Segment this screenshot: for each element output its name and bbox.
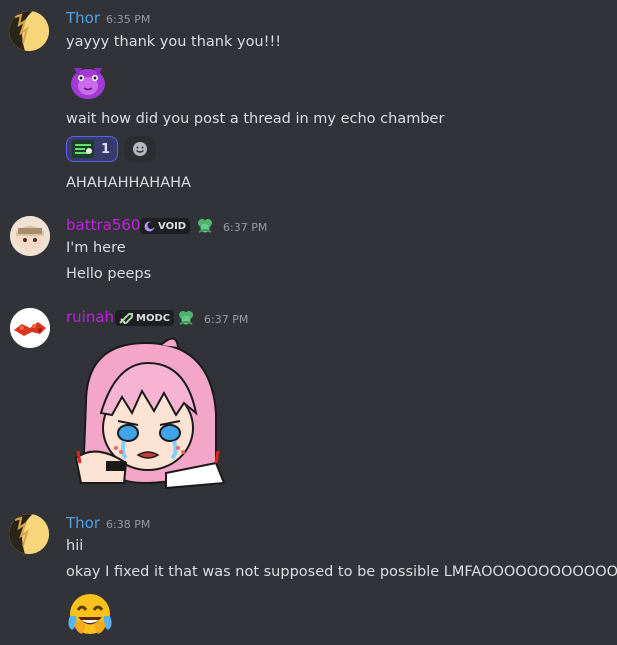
message-text: okay I fixed it that was not supposed to… xyxy=(66,564,617,580)
add-reaction-button[interactable] xyxy=(124,136,156,162)
message-text: I'm here xyxy=(66,240,126,256)
message-text: yayyy thank you thank you!!! xyxy=(66,34,282,50)
nitro-boost-icon xyxy=(195,217,215,239)
reaction-button[interactable]: 1 xyxy=(66,136,118,162)
username-ruinah[interactable]: ruinah xyxy=(66,308,114,326)
moon-icon xyxy=(144,221,155,231)
timestamp: 6:38 PM xyxy=(106,518,151,531)
crying-anime-girl-sticker-icon xyxy=(66,333,228,493)
message-text: Hello peeps xyxy=(66,266,152,282)
avatar-thor[interactable] xyxy=(9,514,49,554)
timestamp: 6:37 PM xyxy=(204,313,249,326)
username-battra560[interactable]: battra560 xyxy=(66,216,140,234)
timestamp: 6:37 PM xyxy=(223,221,268,234)
smiley-add-icon xyxy=(133,142,147,156)
server-tag-label: VOID xyxy=(158,220,187,232)
sword-icon xyxy=(119,312,133,324)
server-tag-void[interactable]: VOID xyxy=(140,218,191,234)
avatar-thor[interactable] xyxy=(9,11,49,51)
server-tag-label: MODC xyxy=(136,312,171,324)
reaction-count: 1 xyxy=(101,141,111,157)
username-thor[interactable]: Thor xyxy=(66,9,100,27)
face-with-tears-of-joy-icon xyxy=(66,590,114,638)
avatar-ruinah[interactable] xyxy=(10,308,50,348)
username-thor[interactable]: Thor xyxy=(66,514,100,532)
avatar-battra560[interactable] xyxy=(10,216,50,256)
message-text: wait how did you post a thread in my ech… xyxy=(66,111,445,127)
timestamp: 6:35 PM xyxy=(106,13,151,26)
server-tag-modc[interactable]: MODC xyxy=(115,310,175,326)
nitro-boost-icon xyxy=(176,309,196,331)
message-text: AHAHAHHAHAHA xyxy=(66,175,191,191)
purple-monster-sticker-icon xyxy=(66,56,110,102)
message-text: hii xyxy=(66,538,84,554)
hacker-emoji-icon xyxy=(72,140,94,158)
